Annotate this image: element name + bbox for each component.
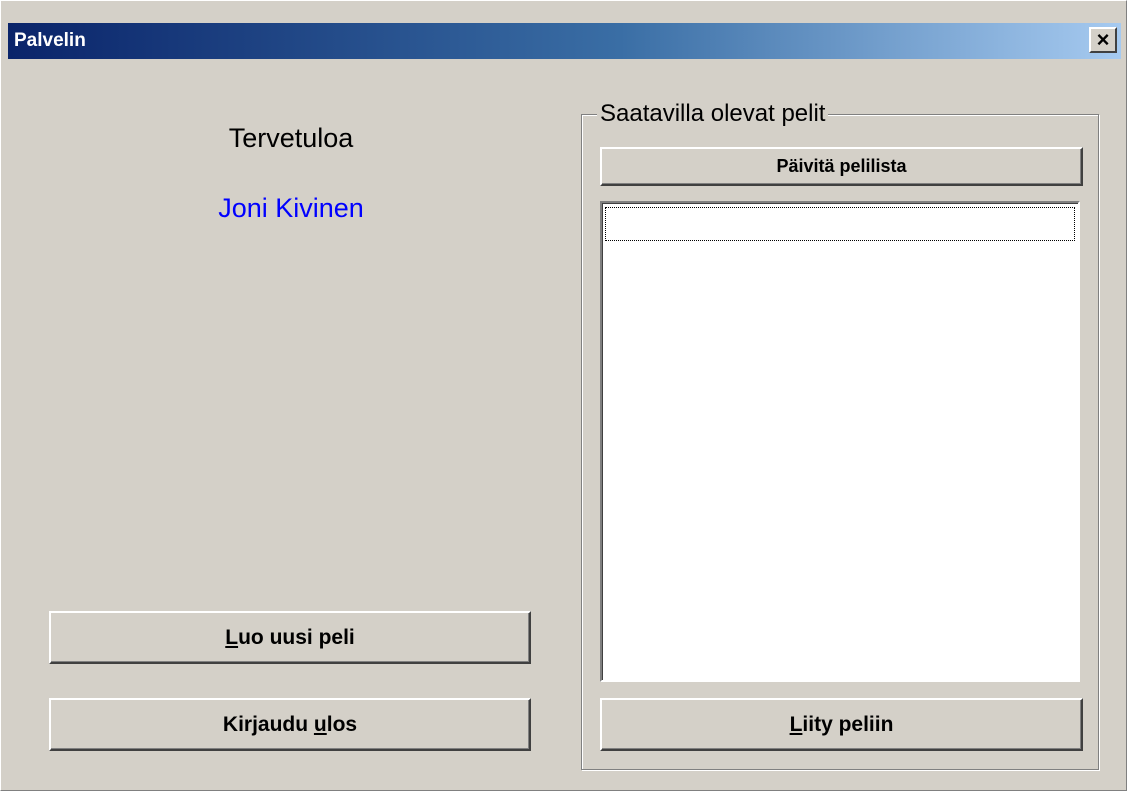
server-window: Palvelin × Tervetuloa Joni Kivinen Luo u…	[0, 0, 1127, 791]
window-title: Palvelin	[14, 30, 86, 51]
create-game-label: Luo uusi peli	[225, 625, 355, 649]
user-name: Joni Kivinen	[218, 193, 364, 223]
create-game-accelerator: L	[225, 625, 239, 649]
refresh-game-list-button[interactable]: Päivitä pelilista	[600, 147, 1083, 186]
game-list[interactable]	[600, 201, 1080, 682]
create-game-button[interactable]: Luo uusi peli	[49, 611, 531, 664]
welcome-heading: Tervetuloa	[228, 123, 354, 153]
title-bar[interactable]: Palvelin ×	[8, 23, 1121, 59]
logout-accelerator: u	[313, 712, 327, 736]
available-games-label: Saatavilla olevat pelit	[597, 100, 829, 128]
list-focus-row[interactable]	[605, 207, 1075, 241]
join-game-button[interactable]: Liity peliin	[600, 698, 1083, 751]
close-icon: ×	[1096, 27, 1110, 52]
logout-label: Kirjaudu ulos	[222, 712, 358, 736]
join-game-label: Liity peliin	[789, 712, 894, 736]
close-button[interactable]: ×	[1089, 27, 1117, 53]
join-game-accelerator: L	[789, 712, 803, 736]
logout-button[interactable]: Kirjaudu ulos	[49, 698, 531, 751]
refresh-game-list-label: Päivitä pelilista	[776, 156, 907, 176]
